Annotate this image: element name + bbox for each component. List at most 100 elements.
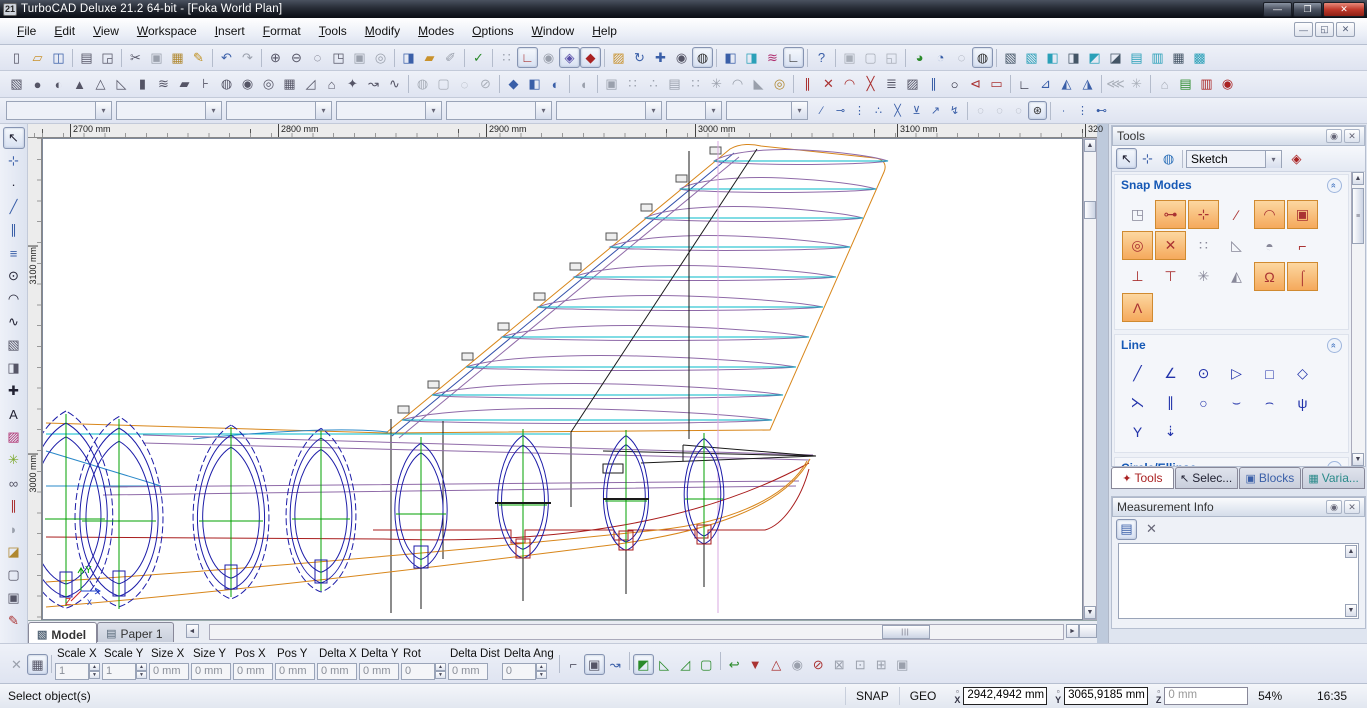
- point-tool[interactable]: ·: [3, 173, 25, 195]
- horizontal-ruler[interactable]: 2700 mm2800 mm2900 mm3000 mm3100 mm320: [28, 124, 1097, 138]
- split-tool[interactable]: ╳: [860, 74, 881, 95]
- triangle-button[interactable]: △: [766, 654, 787, 675]
- scrollbar-thumb[interactable]: |||: [882, 625, 930, 639]
- line-polygon[interactable]: ▷: [1221, 360, 1252, 387]
- ungroup-button[interactable]: ▢: [860, 47, 881, 68]
- render-quality-button[interactable]: ◍: [972, 47, 993, 68]
- box-tool[interactable]: ▧: [6, 74, 27, 95]
- panel-node-tool[interactable]: ⊹: [1137, 148, 1158, 169]
- scroll-down-icon[interactable]: ▼: [1352, 453, 1364, 466]
- close-icon[interactable]: ✕: [1344, 500, 1360, 514]
- circle-gray-2[interactable]: ◌: [990, 101, 1009, 120]
- chevron-down-icon[interactable]: ▾: [791, 102, 807, 119]
- print-preview-button[interactable]: ◲: [97, 47, 118, 68]
- property-combo-5[interactable]: ▾: [446, 101, 552, 120]
- snap-arc-center[interactable]: ◠: [1254, 200, 1285, 229]
- line-tangent-arc[interactable]: ⌣: [1221, 389, 1252, 416]
- coord-system-button[interactable]: ⌐: [563, 654, 584, 675]
- boolean-union[interactable]: ◆: [503, 74, 524, 95]
- swap-button[interactable]: ▣: [584, 654, 605, 675]
- tube-tool[interactable]: ◍: [216, 74, 237, 95]
- line-tangent-2[interactable]: ⌢: [1254, 389, 1285, 416]
- line-circle-tan[interactable]: ⊙: [1188, 360, 1219, 387]
- image-insert-tool[interactable]: ▨: [3, 426, 25, 448]
- scrollbar-thumb[interactable]: [1084, 201, 1096, 219]
- snap-nearest-entity[interactable]: ◺: [1221, 231, 1252, 260]
- rod-tool[interactable]: ⊦: [195, 74, 216, 95]
- explode-button[interactable]: ◱: [881, 47, 902, 68]
- select-mode-button[interactable]: ◩: [633, 654, 654, 675]
- degrade-button[interactable]: ▼: [745, 654, 766, 675]
- cplane-select-button[interactable]: ◿: [675, 654, 696, 675]
- line-rotated-rect[interactable]: ◇: [1287, 360, 1318, 387]
- collapse-icon[interactable]: «: [1327, 178, 1342, 193]
- dots-tiny[interactable]: ⋮: [1073, 101, 1092, 120]
- sphere-tool[interactable]: ●: [27, 74, 48, 95]
- field-value[interactable]: 0 mm: [233, 663, 273, 680]
- menu-item[interactable]: Modes: [409, 21, 463, 41]
- scroll-right-icon[interactable]: ►: [1066, 624, 1079, 638]
- orbit-button[interactable]: ↻: [629, 47, 650, 68]
- scroll-up-icon[interactable]: ▲: [1352, 172, 1364, 185]
- mouse-options-button[interactable]: ◉: [538, 47, 559, 68]
- panel-scrollbar[interactable]: ▲ ≡ ▼: [1351, 172, 1365, 466]
- pick-arrow-button[interactable]: ↩: [724, 654, 745, 675]
- pen-button[interactable]: ✐: [440, 47, 461, 68]
- zoom-extents-button[interactable]: ◳: [328, 47, 349, 68]
- hemisphere-tool[interactable]: ◐: [48, 74, 69, 95]
- axis-lock-button[interactable]: ∟: [783, 47, 804, 68]
- open-button[interactable]: ▱: [27, 47, 48, 68]
- avatar-button[interactable]: ◉: [787, 654, 808, 675]
- print-red-tool[interactable]: ▥: [1196, 74, 1217, 95]
- frame-solid-button[interactable]: ▣: [892, 654, 913, 675]
- view-iso-7[interactable]: ▤: [1126, 47, 1147, 68]
- chevron-down-icon[interactable]: ▾: [425, 102, 441, 119]
- measurement-output[interactable]: ▲ ▼: [1118, 543, 1359, 619]
- zoom-in-button[interactable]: ⊕: [265, 47, 286, 68]
- scroll-left-icon[interactable]: ◄: [186, 624, 199, 638]
- snap-quadrant[interactable]: ◓: [1254, 231, 1285, 260]
- line-rectangle[interactable]: □: [1254, 360, 1285, 387]
- chamfer[interactable]: ◣: [748, 74, 769, 95]
- box-3d-tool[interactable]: ▧: [3, 334, 25, 356]
- scroll-up-icon[interactable]: ▲: [1084, 139, 1096, 152]
- view-iso-5[interactable]: ◩: [1084, 47, 1105, 68]
- redo-button[interactable]: ↷: [237, 47, 258, 68]
- dot-tiny[interactable]: ∙: [1054, 101, 1073, 120]
- line-branch[interactable]: ψ: [1287, 389, 1318, 416]
- pedit-3[interactable]: ◮: [1077, 74, 1098, 95]
- field-value[interactable]: 1: [102, 663, 136, 680]
- chevron-down-icon[interactable]: ▾: [645, 102, 661, 119]
- snap-indicator[interactable]: SNAP: [845, 687, 899, 705]
- pedit-2[interactable]: ◭: [1056, 74, 1077, 95]
- field-value[interactable]: 0 mm: [149, 663, 189, 680]
- spline30-tool[interactable]: ∿: [384, 74, 405, 95]
- pedit-1[interactable]: ⊿: [1035, 74, 1056, 95]
- multi-gray[interactable]: ⋘: [1105, 74, 1126, 95]
- copy-2[interactable]: ▤: [664, 74, 685, 95]
- text-tool[interactable]: A: [3, 403, 25, 425]
- menu-item[interactable]: View: [84, 21, 128, 41]
- view-iso-1[interactable]: ▧: [1000, 47, 1021, 68]
- property-combo-8[interactable]: ▾: [726, 101, 808, 120]
- spinner[interactable]: ▲▼: [136, 663, 147, 680]
- measure-list-button[interactable]: ▤: [1116, 519, 1137, 540]
- color-palette-button[interactable]: ≋: [762, 47, 783, 68]
- layers-left-tool[interactable]: ▣: [3, 587, 25, 609]
- panel-select-tool[interactable]: ↖: [1116, 148, 1137, 169]
- arc-tool[interactable]: ◠: [3, 288, 25, 310]
- snap-vertical-trace[interactable]: ⌠: [1287, 262, 1318, 291]
- snap-face-center[interactable]: ▣: [1287, 200, 1318, 229]
- collapse-icon[interactable]: «: [1327, 338, 1342, 353]
- scrollbar-thumb[interactable]: ≡: [1352, 188, 1364, 244]
- copy-stack[interactable]: ▣: [601, 74, 622, 95]
- facet-select-button[interactable]: ▢: [696, 654, 717, 675]
- field-value[interactable]: 0: [502, 663, 536, 680]
- double-line-tool[interactable]: ∥: [3, 219, 25, 241]
- field-value[interactable]: 0 mm: [275, 663, 315, 680]
- property-combo-1[interactable]: ▾: [6, 101, 112, 120]
- view-iso-8[interactable]: ▥: [1147, 47, 1168, 68]
- menu-item[interactable]: Window: [523, 21, 584, 41]
- cylinder-tool[interactable]: ▮: [132, 74, 153, 95]
- line-perpendicular[interactable]: ⋋: [1122, 389, 1153, 416]
